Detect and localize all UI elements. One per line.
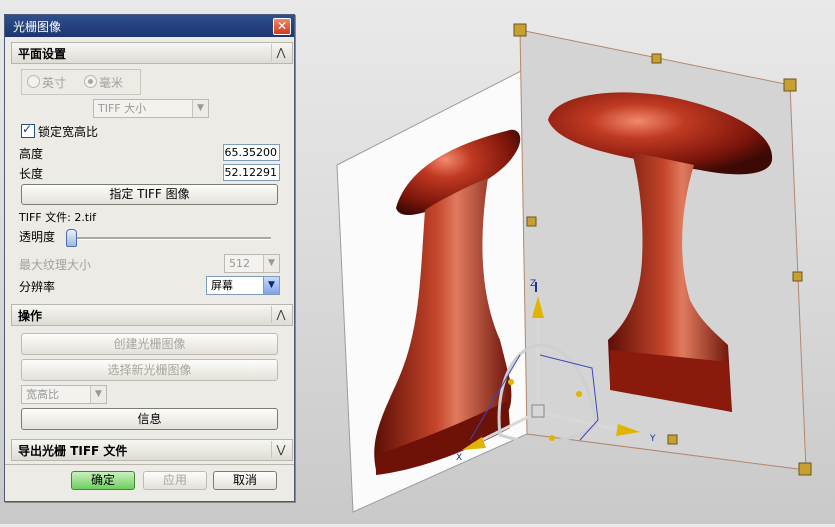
image-size-value: TIFF 大小: [98, 102, 147, 115]
dialog-title: 光栅图像: [13, 20, 62, 34]
aspect-value: 宽高比: [26, 388, 59, 401]
image-size-select[interactable]: TIFF 大小 ▼: [93, 99, 209, 118]
max-texture-label: 最大纹理大小: [19, 258, 92, 272]
create-raster-button[interactable]: 创建光栅图像: [21, 333, 278, 355]
radio-mm-label: 毫米: [99, 76, 124, 90]
cancel-button[interactable]: 取消: [213, 471, 277, 490]
chevron-down-icon[interactable]: ▼: [263, 255, 279, 272]
handle-top-left: [513, 23, 527, 37]
handle-bottom-right: [798, 462, 812, 476]
length-input[interactable]: 52.12291: [223, 164, 280, 181]
section-plane-settings[interactable]: 平面设置 ⋀: [11, 42, 293, 64]
radio-inch[interactable]: [27, 75, 40, 88]
axis-label-x: X: [456, 453, 462, 463]
section-ops-label: 操作: [18, 309, 43, 323]
info-button[interactable]: 信息: [21, 408, 278, 430]
section-operations[interactable]: 操作 ⋀: [11, 304, 293, 326]
height-label: 高度: [19, 147, 44, 161]
resolution-value: 屏幕: [211, 279, 233, 292]
handle-right-mid: [792, 271, 803, 282]
chevron-down-icon[interactable]: ▼: [192, 100, 208, 117]
transparency-slider-track[interactable]: [71, 237, 271, 240]
ok-button[interactable]: 确定: [71, 471, 135, 490]
aspect-select[interactable]: 宽高比 ▼: [21, 385, 107, 404]
handle-left-mid: [526, 216, 537, 227]
lock-aspect-checkbox[interactable]: ✓: [21, 122, 35, 138]
radio-mm-dot: [88, 79, 93, 84]
transparency-slider-thumb[interactable]: [66, 229, 77, 247]
radio-inch-label: 英寸: [42, 76, 67, 90]
handle-bottom-mid: [667, 434, 678, 445]
section-export[interactable]: 导出光栅 TIFF 文件 ⋁: [11, 439, 293, 461]
section-plane-label: 平面设置: [18, 47, 67, 61]
length-label: 长度: [19, 167, 44, 181]
max-texture-select[interactable]: 512 ▼: [224, 254, 280, 273]
max-texture-value: 512: [229, 257, 250, 270]
close-icon[interactable]: ✕: [273, 18, 291, 35]
transparency-label: 透明度: [19, 230, 56, 244]
radio-mm[interactable]: [84, 75, 97, 88]
chevron-down-icon[interactable]: ▼: [263, 277, 279, 294]
footer-divider: [5, 464, 294, 465]
raster-image-dialog: 光栅图像 ✕ 平面设置 ⋀ 英寸 毫米 TIFF 大小 ▼ ✓ 锁定宽高比 高度…: [4, 14, 295, 502]
expand-icon[interactable]: ⋁: [271, 441, 290, 458]
checkmark-icon: ✓: [22, 122, 33, 136]
height-input[interactable]: 65.35200: [223, 144, 280, 161]
handle-top-mid: [651, 53, 662, 64]
resolution-select[interactable]: 屏幕 ▼: [206, 276, 280, 295]
resolution-label: 分辨率: [19, 280, 56, 294]
select-new-raster-button[interactable]: 选择新光栅图像: [21, 359, 278, 381]
chevron-down-icon[interactable]: ▼: [90, 386, 106, 403]
handle-top-right: [783, 78, 797, 92]
collapse-icon[interactable]: ⋀: [271, 44, 290, 61]
axis-label-y: Y: [649, 434, 656, 444]
axis-label-z: Z: [530, 279, 536, 289]
apply-button[interactable]: 应用: [143, 471, 207, 490]
collapse-icon[interactable]: ⋀: [271, 306, 290, 323]
specify-tiff-button[interactable]: 指定 TIFF 图像: [21, 184, 278, 205]
dialog-titlebar[interactable]: 光栅图像 ✕: [5, 15, 294, 37]
unit-radio-group: 英寸 毫米: [21, 69, 141, 95]
tiff-file-text: TIFF 文件: 2.tif: [19, 211, 97, 224]
lock-aspect-label: 锁定宽高比: [38, 125, 99, 139]
section-export-label: 导出光栅 TIFF 文件: [18, 444, 128, 458]
